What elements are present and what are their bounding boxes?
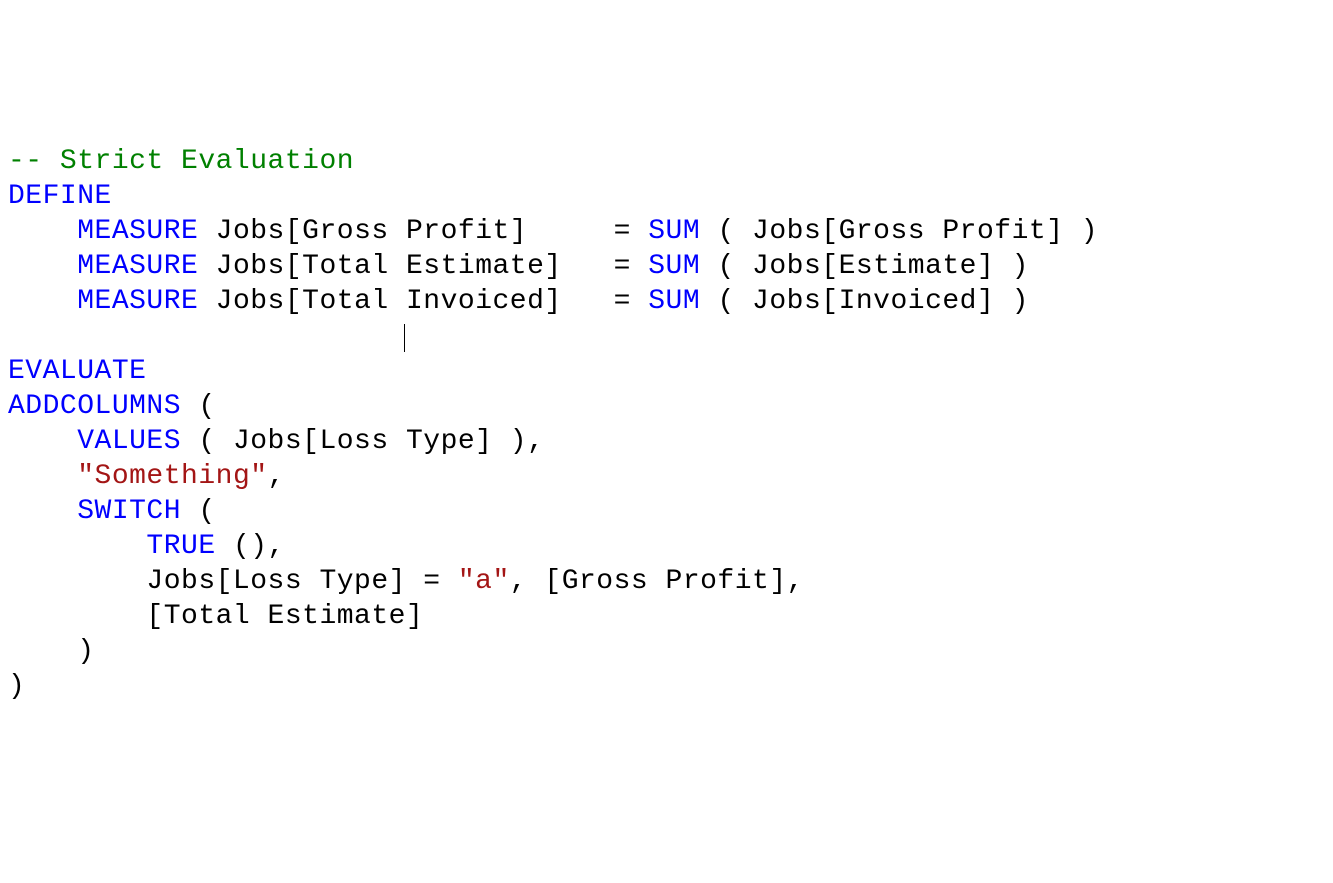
code-text: Jobs[Total Invoiced] = <box>198 286 648 317</box>
code-text: ( Jobs[Loss Type] ), <box>181 426 544 457</box>
code-text: ( Jobs[Estimate] ) <box>700 251 1029 282</box>
code-text: ( Jobs[Gross Profit] ) <box>700 216 1098 247</box>
func-sum: SUM <box>648 251 700 282</box>
code-text: [Total Estimate] <box>8 601 423 632</box>
text-cursor <box>404 324 405 352</box>
code-text: ) <box>8 671 25 702</box>
code-text: Jobs[Total Estimate] = <box>198 251 648 282</box>
func-switch: SWITCH <box>8 496 181 527</box>
code-text: ( Jobs[Invoiced] ) <box>700 286 1029 317</box>
func-sum: SUM <box>648 216 700 247</box>
func-addcolumns: ADDCOLUMNS <box>8 391 181 422</box>
code-text <box>8 461 77 492</box>
code-text <box>8 321 406 352</box>
func-true: TRUE <box>8 531 216 562</box>
keyword-measure: MEASURE <box>8 216 198 247</box>
keyword-measure: MEASURE <box>8 286 198 317</box>
code-text: ( <box>181 496 216 527</box>
keyword-measure: MEASURE <box>8 251 198 282</box>
code-text: Jobs[Gross Profit] = <box>198 216 648 247</box>
code-text: ) <box>8 636 95 667</box>
code-text: , <box>268 461 285 492</box>
code-text: Jobs[Loss Type] = <box>8 566 458 597</box>
func-values: VALUES <box>8 426 181 457</box>
func-sum: SUM <box>648 286 700 317</box>
code-editor[interactable]: -- Strict Evaluation DEFINE MEASURE Jobs… <box>8 144 1325 704</box>
code-text: (), <box>216 531 285 562</box>
keyword-evaluate: EVALUATE <box>8 356 146 387</box>
string-literal: "a" <box>458 566 510 597</box>
code-comment: -- Strict Evaluation <box>8 146 354 177</box>
keyword-define: DEFINE <box>8 181 112 212</box>
code-text: ( <box>181 391 216 422</box>
code-text: , [Gross Profit], <box>510 566 804 597</box>
string-literal: "Something" <box>77 461 267 492</box>
